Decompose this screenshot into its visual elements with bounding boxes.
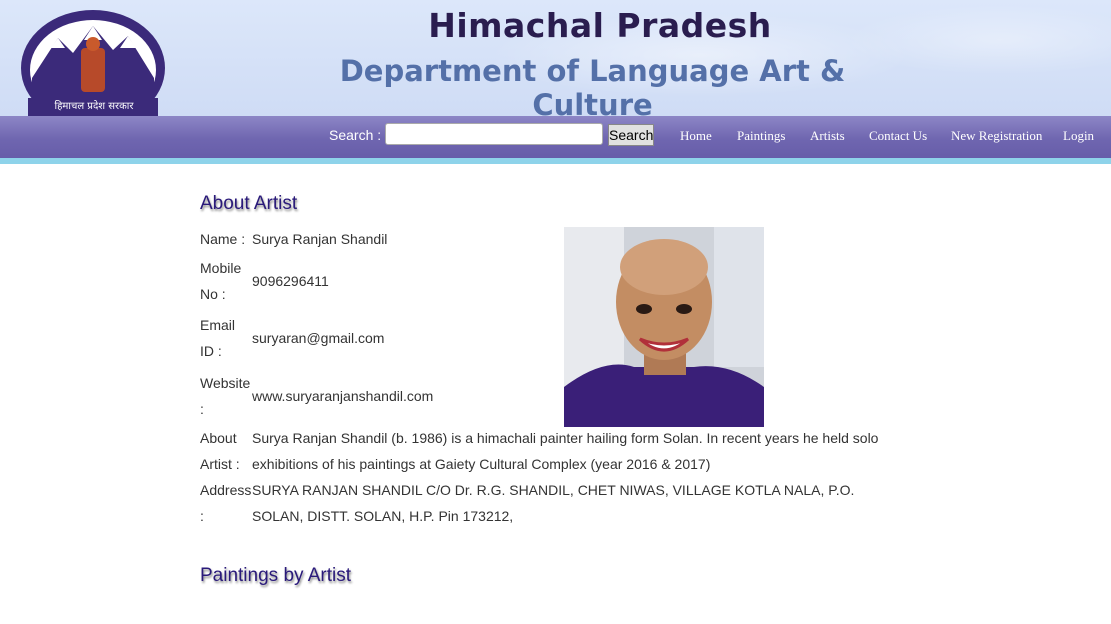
artist-about: Surya Ranjan Shandil (b. 1986) is a hima… — [252, 425, 878, 477]
header-banner: हिमाचल प्रदेश सरकार Himachal Pradesh Dep… — [0, 0, 1111, 116]
search-input[interactable] — [385, 123, 603, 145]
email-label: Email ID : — [200, 312, 252, 364]
site-title: Himachal Pradesh — [428, 6, 772, 45]
email-label-line-1: Email — [200, 317, 236, 333]
paintings-by-artist-heading: Paintings by Artist — [200, 565, 352, 586]
email-label-line-2: ID : — [200, 343, 222, 359]
about-label: About Artist : — [200, 425, 252, 477]
artist-address-line-2: SOLAN, DISTT. SOLAN, H.P. Pin 173212, — [252, 508, 514, 524]
address-label-line-2: : — [200, 508, 204, 524]
nav-link-artists[interactable]: Artists — [810, 128, 845, 144]
website-label: Website : — [200, 370, 252, 422]
mobile-label: Mobile No : — [200, 255, 252, 307]
artist-about-line-1: Surya Ranjan Shandil (b. 1986) is a hima… — [252, 430, 879, 446]
artist-name: Surya Ranjan Shandil — [252, 231, 388, 247]
artist-email: suryaran@gmail.com — [252, 330, 385, 346]
nav-link-home[interactable]: Home — [680, 128, 712, 144]
nav-link-contact-us[interactable]: Contact Us — [869, 128, 927, 144]
about-label-line-2: Artist : — [200, 456, 240, 472]
nav-link-new-registration[interactable]: New Registration — [951, 128, 1042, 144]
artist-about-line-2: exhibitions of his paintings at Gaiety C… — [252, 456, 711, 472]
artist-mobile: 9096296411 — [252, 273, 329, 289]
website-label-line-1: Website — [200, 375, 251, 391]
logo-caption: हिमाचल प्रदेश सरकार — [54, 101, 134, 112]
artist-address: SURYA RANJAN SHANDIL C/O Dr. R.G. SHANDI… — [252, 477, 854, 529]
site-subtitle: Department of Language Art & Culture — [339, 54, 846, 116]
artist-address-line-1: SURYA RANJAN SHANDIL C/O Dr. R.G. SHANDI… — [252, 482, 855, 498]
about-label-line-1: About — [200, 430, 237, 446]
nav-link-login[interactable]: Login — [1063, 128, 1094, 144]
address-label-line-1: Address — [200, 482, 252, 498]
mobile-label-line-1: Mobile — [200, 260, 242, 276]
nav-bar-stripe — [0, 158, 1111, 164]
address-label: Address : — [200, 477, 252, 529]
mobile-label-line-2: No : — [200, 286, 226, 302]
artist-website: www.suryaranjanshandil.com — [252, 388, 434, 404]
search-button[interactable]: Search — [608, 124, 654, 146]
about-artist-heading: About Artist — [200, 193, 298, 214]
search-label: Search : — [329, 127, 382, 143]
website-label-line-2: : — [200, 401, 204, 417]
artist-photo — [564, 227, 764, 427]
name-label: Name : — [200, 231, 246, 247]
nav-link-paintings[interactable]: Paintings — [737, 128, 785, 144]
